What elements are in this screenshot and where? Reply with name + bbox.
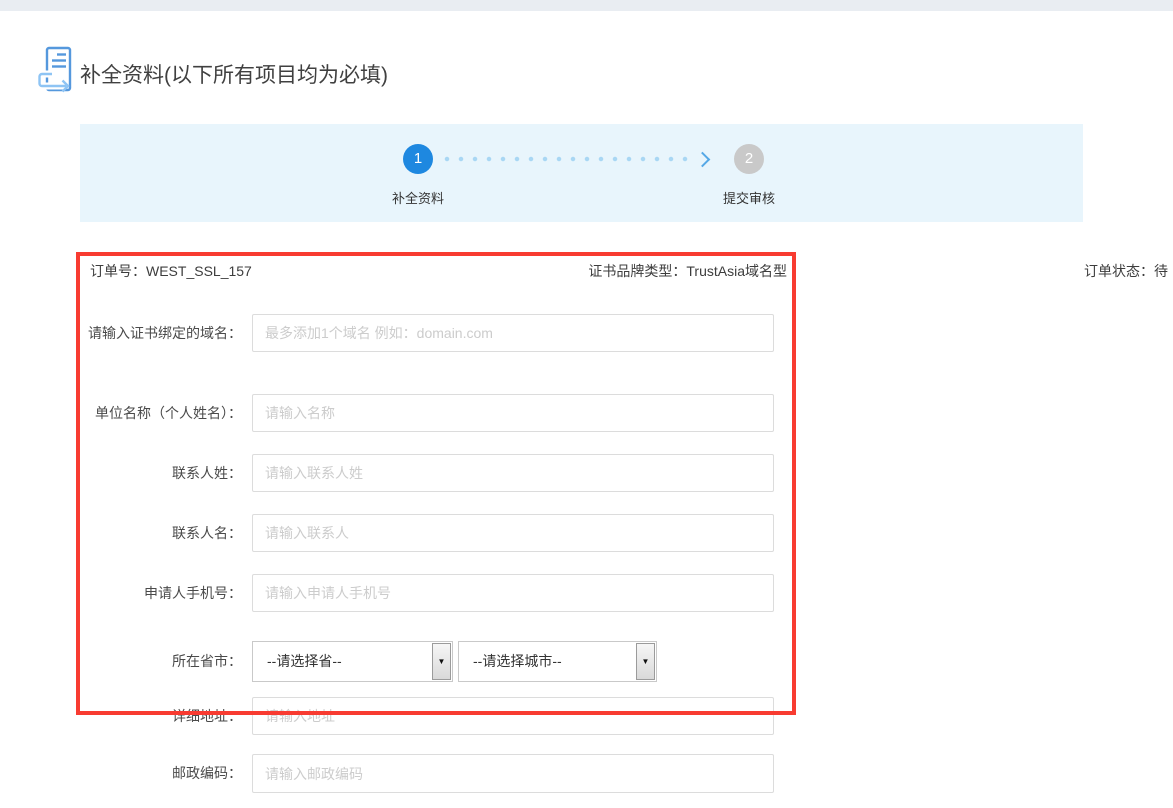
contact-last-name-label: 联系人姓： [76,454,242,492]
step-2-circle: 2 [734,144,764,174]
postal-code-input[interactable] [252,754,774,793]
contact-first-name-input[interactable] [252,514,774,552]
order-status: 订单状态：待 [1084,261,1168,281]
top-bar [0,0,1173,11]
step-1-label: 补全资料 [358,188,478,207]
applicant-phone-label: 申请人手机号： [76,574,242,612]
domain-input[interactable] [252,314,774,352]
page-title: 补全资料(以下所有项目均为必填) [80,61,388,91]
province-select-value: --请选择省-- [267,642,342,681]
certificate-brand-type: 证书品牌类型：TrustAsia域名型 [588,261,787,281]
step-1-circle: 1 [403,144,433,174]
company-name-label: 单位名称（个人姓名）： [76,394,242,432]
caret-down-icon[interactable]: ▼ [432,643,451,680]
company-name-input[interactable] [252,394,774,432]
step-2-label: 提交审核 [689,188,809,207]
applicant-phone-input[interactable] [252,574,774,612]
chevron-right-icon [695,152,711,168]
domain-label: 请输入证书绑定的域名： [76,314,242,352]
step-dotted-line [440,155,690,163]
province-city-label: 所在省市： [76,641,242,682]
postal-code-label: 邮政编码： [76,754,242,793]
province-select[interactable]: --请选择省-- ▼ [252,641,453,682]
contact-first-name-label: 联系人名： [76,514,242,552]
order-number: 订单号：WEST_SSL_157 [90,261,252,281]
city-select[interactable]: --请选择城市-- ▼ [458,641,657,682]
progress-stepper: 1 2 补全资料 提交审核 [80,124,1083,222]
address-input[interactable] [252,697,774,735]
address-label: 详细地址： [76,697,242,735]
document-arrow-icon [37,46,73,94]
caret-down-icon[interactable]: ▼ [636,643,655,680]
city-select-value: --请选择城市-- [473,642,562,681]
contact-last-name-input[interactable] [252,454,774,492]
